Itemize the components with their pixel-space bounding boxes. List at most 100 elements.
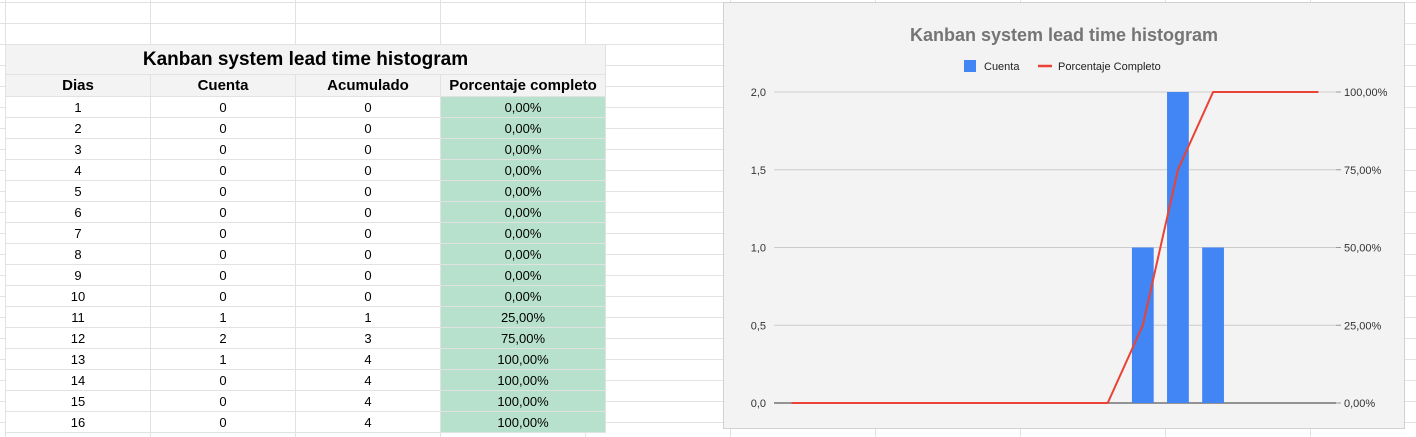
table-cell[interactable]: 0 [295,159,441,181]
column-header[interactable]: Cuenta [150,74,296,97]
table-cell[interactable]: 100,00% [440,348,606,370]
chart-title: Kanban system lead time histogram [910,25,1218,45]
table-row: 3 0 0 0,00% [5,138,606,160]
table-cell[interactable]: 9 [5,264,151,286]
table-cell[interactable]: 100,00% [440,369,606,391]
table-cell[interactable]: 0 [295,222,441,244]
table-cell[interactable]: 0 [295,264,441,286]
table-row: 10 0 0 0,00% [5,285,606,307]
table-cell[interactable]: 0 [150,138,296,160]
table-cell[interactable]: 1 [150,348,296,370]
table-cell[interactable]: 0 [295,180,441,202]
table-cell[interactable]: 0 [150,222,296,244]
table-row: 13 1 4 100,00% [5,348,606,370]
table-cell[interactable]: 3 [5,138,151,160]
data-table: Kanban system lead time histogram Dias Cu… [5,44,606,433]
table-cell[interactable]: 75,00% [440,327,606,349]
y-tick-label: 2,0 [751,87,766,99]
column-header[interactable]: Porcentaje completo [440,74,606,97]
table-cell[interactable]: 0,00% [440,96,606,118]
table-cell[interactable]: 3 [295,327,441,349]
y-tick-label: 1,5 [751,165,766,177]
table-row: 1 0 0 0,00% [5,96,606,118]
table-cell[interactable]: 0,00% [440,201,606,223]
table-cell[interactable]: 0 [150,117,296,139]
table-cell[interactable]: 0,00% [440,117,606,139]
y2-tick-label: 25,00% [1344,320,1382,332]
table-cell[interactable]: 4 [295,348,441,370]
table-cell[interactable]: 100,00% [440,390,606,412]
table-cell[interactable]: 4 [295,411,441,433]
table-row: 14 0 4 100,00% [5,369,606,391]
table-cell[interactable]: 0,00% [440,264,606,286]
table-cell[interactable]: 8 [5,243,151,265]
table-cell[interactable]: 5 [5,180,151,202]
table-cell[interactable]: 0,00% [440,285,606,307]
table-cell[interactable]: 0 [295,117,441,139]
table-cell[interactable]: 0 [150,411,296,433]
table-row: 7 0 0 0,00% [5,222,606,244]
table-cell[interactable]: 25,00% [440,306,606,328]
table-cell[interactable]: 0 [295,138,441,160]
legend-swatch-cuenta [964,60,976,72]
column-header[interactable]: Dias [5,74,151,97]
table-cell[interactable]: 0,00% [440,138,606,160]
table-cell[interactable]: 14 [5,369,151,391]
table-cell[interactable]: 0 [150,180,296,202]
table-cell[interactable]: 0,00% [440,180,606,202]
table-cell[interactable]: 0,00% [440,159,606,181]
table-row: 2 0 0 0,00% [5,117,606,139]
y-tick-label: 0,0 [751,398,766,410]
table-cell[interactable]: 4 [295,390,441,412]
table-cell[interactable]: 0 [150,243,296,265]
table-cell[interactable]: 0 [150,369,296,391]
y2-tick-label: 75,00% [1344,165,1382,177]
table-cell[interactable]: 4 [295,369,441,391]
table-row: 9 0 0 0,00% [5,264,606,286]
table-cell[interactable]: 2 [5,117,151,139]
table-cell[interactable]: 0 [295,285,441,307]
combo-chart[interactable]: Kanban system lead time histogram Cuenta P… [724,3,1404,428]
table-cell[interactable]: 11 [5,306,151,328]
table-cell[interactable]: 0 [150,201,296,223]
table-title[interactable]: Kanban system lead time histogram [5,44,606,75]
table-cell[interactable]: 0 [150,390,296,412]
y2-tick-label: 100,00% [1344,87,1388,99]
table-row: 4 0 0 0,00% [5,159,606,181]
table-cell[interactable]: 7 [5,222,151,244]
table-row: 6 0 0 0,00% [5,201,606,223]
table-cell[interactable]: 0 [295,243,441,265]
table-cell[interactable]: 16 [5,411,151,433]
table-cell[interactable]: 0,00% [440,243,606,265]
column-header[interactable]: Acumulado [295,74,441,97]
table-cell[interactable]: 12 [5,327,151,349]
table-cell[interactable]: 0,00% [440,222,606,244]
chart-container[interactable]: Kanban system lead time histogram Cuenta P… [723,2,1405,429]
table-cell[interactable]: 100,00% [440,411,606,433]
table-cell[interactable]: 6 [5,201,151,223]
table-row: 15 0 4 100,00% [5,390,606,412]
table-row: 12 2 3 75,00% [5,327,606,349]
table-cell[interactable]: 2 [150,327,296,349]
table-cell[interactable]: 0 [295,96,441,118]
y2-tick-label: 50,00% [1344,243,1382,255]
table-cell[interactable]: 1 [295,306,441,328]
table-cell[interactable]: 0 [150,159,296,181]
legend-label-porcentaje: Porcentaje Completo [1058,61,1161,73]
y-tick-label: 1,0 [751,243,766,255]
table-cell[interactable]: 13 [5,348,151,370]
table-row: 11 1 1 25,00% [5,306,606,328]
table-cell[interactable]: 15 [5,390,151,412]
legend-label-cuenta: Cuenta [984,61,1020,73]
table-cell[interactable]: 1 [5,96,151,118]
table-cell[interactable]: 4 [5,159,151,181]
table-cell[interactable]: 10 [5,285,151,307]
table-cell[interactable]: 1 [150,306,296,328]
bar-cuenta-13 [1202,247,1224,403]
table-cell[interactable]: 0 [150,285,296,307]
table-cell[interactable]: 0 [150,264,296,286]
bar-cuenta-12 [1167,92,1189,403]
table-cell[interactable]: 0 [150,96,296,118]
table-cell[interactable]: 0 [295,201,441,223]
table-row: 16 0 4 100,00% [5,411,606,433]
